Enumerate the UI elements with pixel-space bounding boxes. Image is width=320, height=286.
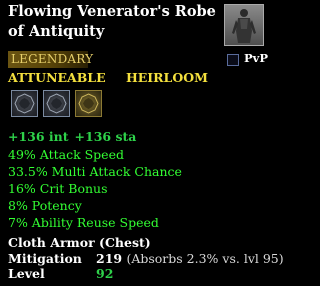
- adornment-slot-icon: [46, 93, 67, 114]
- effect-line: 16% Crit Bonus: [8, 181, 108, 196]
- rarity-badge: LEGENDARY: [8, 51, 93, 68]
- effect-list: 49% Attack Speed 33.5% Multi Attack Chan…: [8, 146, 182, 231]
- adornment-slot-icon: [14, 93, 35, 114]
- adornment-slot-icon: [78, 93, 99, 114]
- primary-stats: +136 int +136 sta: [8, 128, 136, 145]
- mitigation-label: Mitigation: [8, 251, 82, 266]
- adornment-slot-1[interactable]: [11, 90, 38, 117]
- level-label: Level: [8, 266, 45, 281]
- item-name: Flowing Venerator's Robe of Antiquity: [8, 3, 216, 40]
- pvp-label: PvP: [244, 51, 268, 65]
- stat-sta: +136 sta: [74, 129, 137, 144]
- item-flags: ATTUNEABLE HEIRLOOM: [8, 70, 222, 85]
- mitigation-value: 219 (Absorbs 2.3% vs. lvl 95): [96, 251, 284, 266]
- effect-line: 7% Ability Reuse Speed: [8, 215, 159, 230]
- item-tooltip: Flowing Venerator's Robe of Antiquity Pv…: [0, 0, 284, 286]
- mitigation-note: (Absorbs 2.3% vs. lvl 95): [126, 251, 284, 266]
- flag-attuneable: ATTUNEABLE: [8, 70, 106, 85]
- mitigation-number: 219: [96, 251, 123, 266]
- flag-heirloom: HEIRLOOM: [125, 70, 208, 85]
- pvp-checkbox[interactable]: [227, 54, 239, 66]
- effect-line: 8% Potency: [8, 198, 82, 213]
- stat-int: +136 int: [8, 129, 69, 144]
- effect-line: 33.5% Multi Attack Chance: [8, 164, 182, 179]
- effect-line: 49% Attack Speed: [8, 147, 124, 162]
- adornment-slot-2[interactable]: [43, 90, 70, 117]
- adornment-slot-3[interactable]: [75, 90, 102, 117]
- armor-type: Cloth Armor (Chest): [8, 235, 151, 250]
- robe-figure-icon[interactable]: [224, 4, 264, 46]
- level-value: 92: [96, 266, 114, 281]
